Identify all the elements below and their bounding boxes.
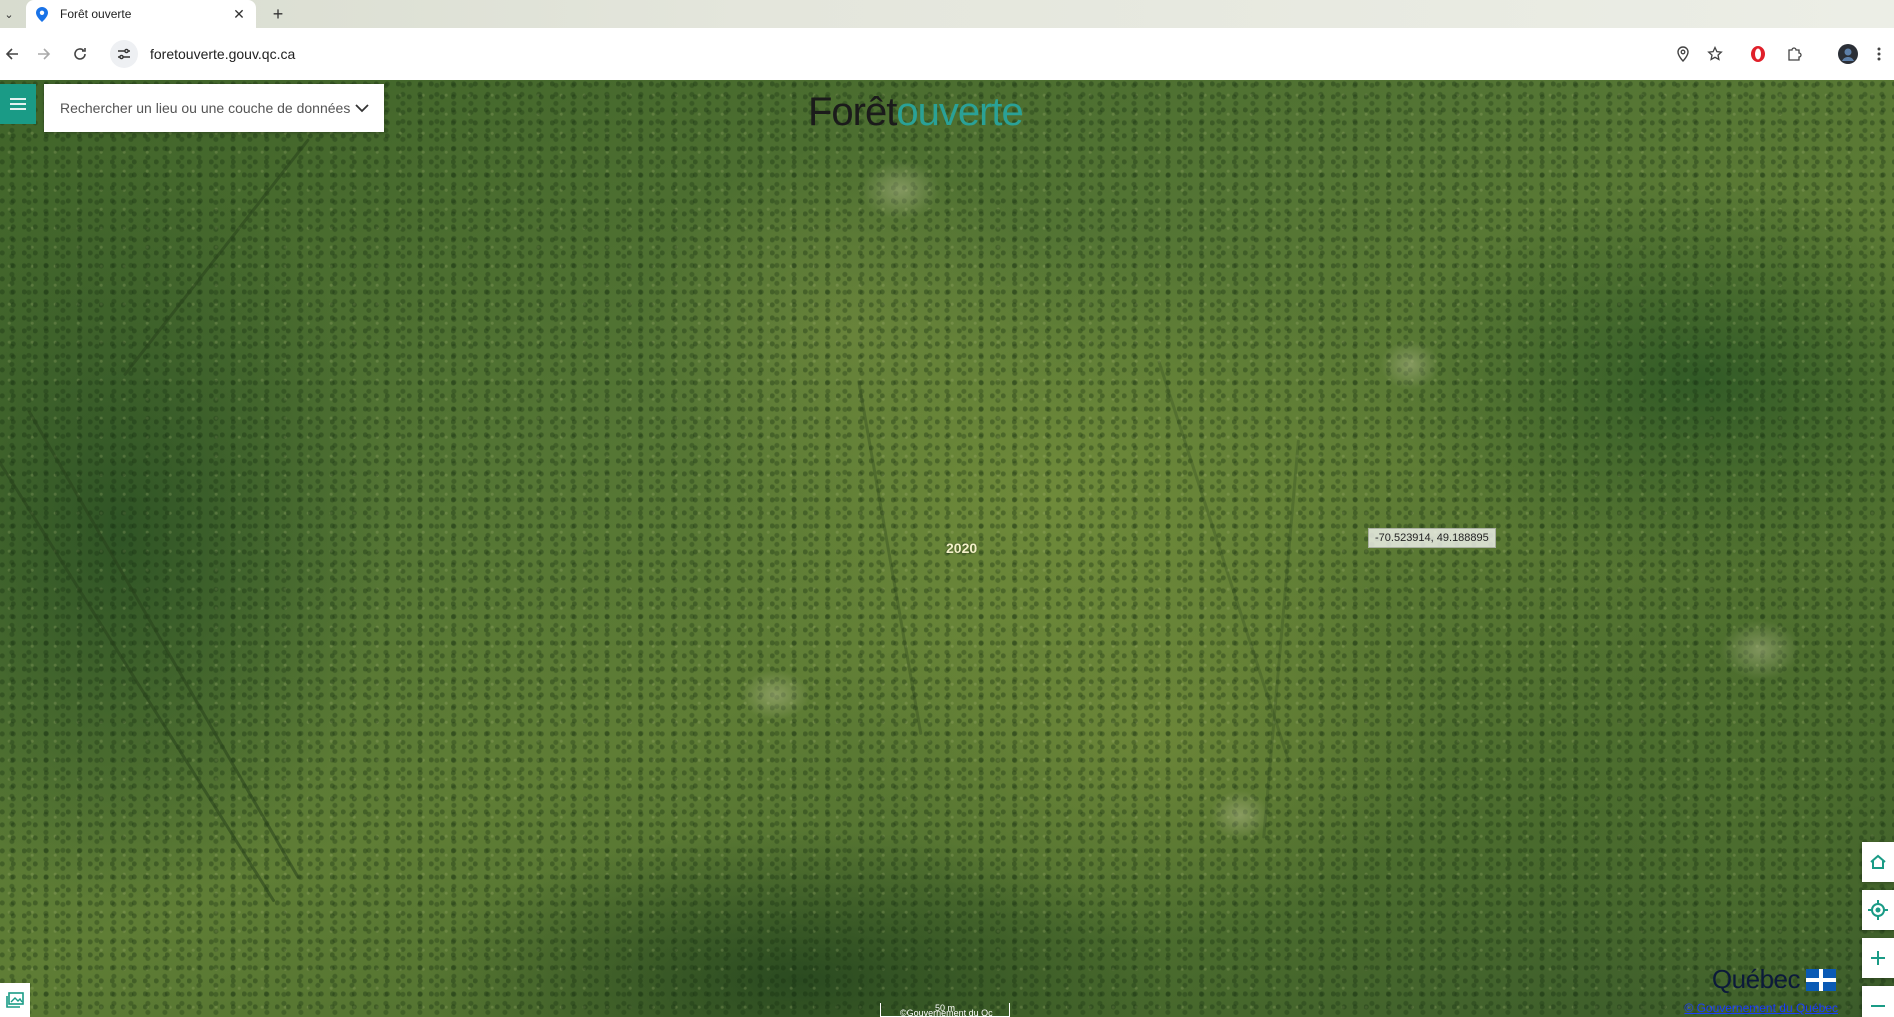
tab-title: Forêt ouverte (60, 7, 132, 21)
plus-icon: + (272, 3, 284, 24)
bookmark-button[interactable] (1702, 41, 1728, 67)
map-clearing (1720, 620, 1800, 680)
browser-menu-button[interactable] (1870, 42, 1888, 66)
address-bar[interactable]: foretouverte.gouv.qc.ca (106, 38, 1734, 70)
back-button[interactable] (0, 42, 24, 66)
plus-icon (1871, 951, 1885, 965)
foret-ouverte-logo: Forêt ouverte (808, 90, 1024, 140)
home-view-button[interactable] (1862, 842, 1894, 882)
arrow-right-icon (38, 48, 51, 60)
map-pin-icon (36, 6, 50, 22)
tune-icon (118, 48, 130, 60)
site-info-button[interactable] (110, 40, 138, 68)
minus-icon (1871, 1005, 1885, 1007)
more-vert-icon (1877, 47, 1881, 61)
browser-tab-active[interactable]: Forêt ouverte ✕ (26, 0, 256, 28)
quebec-logo: Québec (1712, 964, 1836, 995)
star-icon (1707, 46, 1723, 61)
basemap-selector-button[interactable] (0, 983, 30, 1017)
logo-part-ouverte: ouverte (896, 90, 1023, 134)
chevron-down-icon: ⌄ (4, 8, 14, 21)
puzzle-icon (1788, 47, 1802, 61)
reload-icon (74, 48, 86, 60)
map-viewport[interactable]: Rechercher un lieu ou une couche de donn… (0, 80, 1894, 1017)
map-clearing (1380, 340, 1440, 390)
profile-avatar[interactable] (1836, 42, 1860, 66)
arrow-left-icon (5, 48, 18, 60)
map-clearing (860, 160, 940, 220)
url-text: foretouverte.gouv.qc.ca (150, 46, 296, 62)
extensions-button[interactable] (1782, 42, 1806, 66)
scale-attribution: ©Gouvernement du Qc (900, 1008, 993, 1017)
location-pin-icon (1677, 46, 1689, 62)
map-clearing (1210, 790, 1270, 840)
zoom-out-button[interactable] (1862, 986, 1894, 1017)
forward-button[interactable] (32, 42, 56, 66)
hamburger-icon (10, 98, 26, 110)
tab-search-menu[interactable]: ⌄ (0, 0, 18, 28)
image-layers-icon (6, 992, 24, 1008)
avatar-icon (1838, 44, 1858, 64)
geolocate-button[interactable] (1862, 890, 1894, 930)
main-menu-button[interactable] (0, 84, 36, 124)
chevron-down-icon[interactable] (352, 98, 372, 118)
zoom-in-button[interactable] (1862, 938, 1894, 978)
imagery-year-label: 2020 (946, 540, 978, 556)
browser-toolbar: foretouverte.gouv.qc.ca (0, 28, 1894, 80)
map-clearing (740, 670, 810, 720)
logo-part-foret: Forêt (808, 90, 897, 134)
quebec-flag-icon (1806, 968, 1836, 991)
opera-icon (1751, 46, 1765, 62)
coordinate-readout: -70.523914, 49.188895 (1368, 528, 1496, 548)
opera-extension-button[interactable] (1746, 42, 1770, 66)
quebec-wordmark: Québec (1711, 964, 1801, 994)
location-permission-button[interactable] (1670, 41, 1696, 67)
home-icon (1870, 854, 1886, 869)
search-placeholder: Rechercher un lieu ou une couche de donn… (60, 100, 351, 116)
reload-button[interactable] (68, 42, 92, 66)
close-tab-button[interactable]: ✕ (230, 5, 248, 23)
close-icon: ✕ (233, 5, 245, 22)
search-input[interactable]: Rechercher un lieu ou une couche de donn… (44, 84, 384, 132)
tab-strip: ⌄ Forêt ouverte ✕ + (0, 0, 1894, 28)
copyright-link[interactable]: © Gouvernement du Québec (1684, 1001, 1838, 1015)
crosshair-icon (1868, 900, 1888, 920)
new-tab-button[interactable]: + (268, 4, 288, 24)
